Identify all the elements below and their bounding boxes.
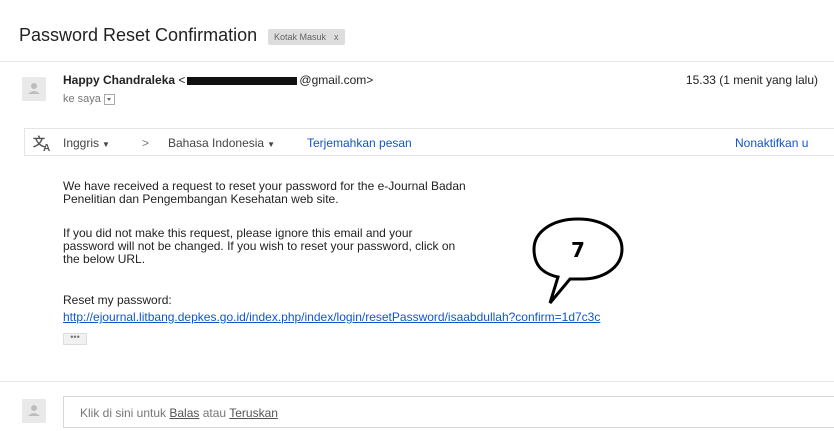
to-me-text: ke saya: [63, 93, 101, 105]
annotation-callout: 7: [520, 215, 630, 315]
svg-text:A: A: [43, 143, 50, 152]
sender-avatar: [22, 77, 46, 101]
reply-middle-text: atau: [199, 406, 230, 420]
translate-message-link[interactable]: Terjemahkan pesan: [307, 136, 412, 150]
forward-link[interactable]: Teruskan: [229, 406, 278, 420]
sender-line: Happy Chandraleka < @gmail.com>: [63, 73, 373, 87]
reply-prompt: Klik di sini untuk Balas atau Teruskan: [80, 406, 278, 420]
show-details-dropdown-icon[interactable]: [103, 93, 115, 105]
language-arrow: >: [142, 136, 150, 150]
person-icon: [28, 83, 40, 94]
body-paragraph-2: If you did not make this request, please…: [63, 227, 533, 266]
sender-name[interactable]: Happy Chandraleka: [63, 73, 175, 87]
redacted-email: [187, 76, 298, 85]
person-icon: [28, 405, 40, 416]
reset-label: Reset my password:: [63, 293, 172, 307]
remove-label-button[interactable]: x: [334, 32, 339, 42]
inbox-label-chip[interactable]: Kotak Masuk x: [268, 29, 345, 45]
sender-email-suffix: @gmail.com>: [299, 73, 374, 87]
header-divider: [0, 61, 834, 62]
my-avatar: [22, 399, 46, 423]
source-language-dropdown[interactable]: Inggris ▼: [63, 136, 110, 150]
body-text-line: Penelitian dan Pengembangan Kesehatan we…: [63, 192, 339, 206]
show-trimmed-content-button[interactable]: •••: [63, 333, 87, 345]
body-paragraph-1: We have received a request to reset your…: [63, 180, 533, 206]
caret-down-icon: ▼: [267, 140, 275, 149]
email-timestamp: 15.33 (1 menit yang lalu): [685, 73, 818, 87]
source-language-label: Inggris: [63, 136, 100, 150]
email-subject: Password Reset Confirmation: [19, 25, 258, 45]
target-language-label: Bahasa Indonesia: [168, 136, 265, 150]
inbox-label-text: Kotak Masuk: [274, 32, 327, 42]
reply-prefix-text: Klik di sini untuk: [80, 406, 170, 420]
annotation-number: 7: [571, 238, 585, 262]
disable-translate-link[interactable]: Nonaktifkan u: [735, 136, 808, 150]
body-text-line: the below URL.: [63, 252, 146, 266]
reply-link[interactable]: Balas: [169, 406, 199, 420]
recipient-line: ke saya: [63, 93, 115, 105]
target-language-dropdown[interactable]: Bahasa Indonesia ▼: [168, 136, 275, 150]
sender-email-prefix: <: [178, 73, 186, 87]
caret-down-icon: ▼: [102, 140, 110, 149]
translate-icon: 文 A: [33, 134, 53, 155]
reply-divider: [0, 381, 834, 382]
